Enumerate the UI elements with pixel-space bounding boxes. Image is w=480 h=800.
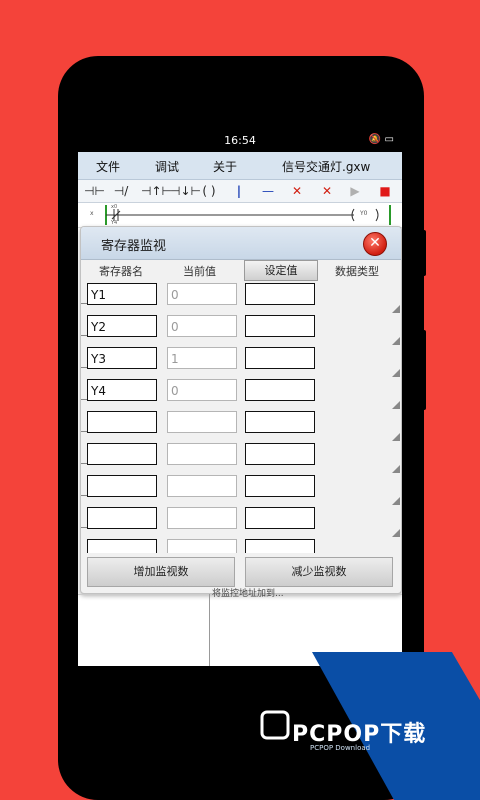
- table-row: Word: [81, 443, 401, 475]
- lower-panel: [78, 594, 402, 666]
- reduce-monitor-button[interactable]: 减少监视数: [245, 557, 393, 587]
- menu-file[interactable]: 文件: [96, 158, 120, 175]
- set-value-input[interactable]: [245, 507, 315, 529]
- register-name-input[interactable]: [87, 539, 157, 553]
- rung-left-label: x: [90, 210, 94, 217]
- table-row: Word: [81, 411, 401, 443]
- contact-f-icon[interactable]: ⊣↓⊢: [170, 182, 201, 200]
- rung-graphic: [105, 205, 391, 225]
- watermark-sub: PCPOP Download: [310, 744, 371, 752]
- current-value-field: [167, 443, 237, 465]
- run-icon[interactable]: ▶: [346, 182, 364, 200]
- panel-divider: [209, 594, 210, 666]
- rung-coil-label: Y0: [360, 210, 368, 217]
- register-name-input[interactable]: Y2: [87, 315, 157, 337]
- header-register-name: 寄存器名: [99, 265, 143, 278]
- header-data-type: 数据类型: [335, 265, 379, 278]
- register-name-input[interactable]: Y4: [87, 379, 157, 401]
- close-icon: ✕: [369, 235, 381, 251]
- register-name-input[interactable]: [87, 411, 157, 433]
- register-name-input[interactable]: Y1: [87, 283, 157, 305]
- table-row: Y3 1 Word: [81, 347, 401, 379]
- set-value-input[interactable]: [245, 283, 315, 305]
- current-value-field: [167, 507, 237, 529]
- set-value-input[interactable]: [245, 411, 315, 433]
- status-time: 16:54: [224, 134, 256, 147]
- current-value-field: 1: [167, 347, 237, 369]
- set-value-input[interactable]: [245, 443, 315, 465]
- table-row: Word: [81, 475, 401, 507]
- status-bar: 16:54 🔕 ▭: [78, 130, 402, 152]
- current-value-field: [167, 475, 237, 497]
- set-value-input[interactable]: [245, 347, 315, 369]
- rung-contact-label: x0: [111, 204, 118, 210]
- close-button[interactable]: ✕: [363, 232, 387, 256]
- set-value-input[interactable]: [245, 315, 315, 337]
- coil-icon[interactable]: ( ): [200, 182, 218, 200]
- dialog-header: 寄存器监视 ✕: [81, 227, 401, 260]
- register-name-input[interactable]: [87, 507, 157, 529]
- mute-icon: 🔕: [368, 134, 382, 145]
- current-value-field: 0: [167, 379, 237, 401]
- menu-about[interactable]: 关于: [213, 158, 237, 175]
- register-name-input[interactable]: [87, 443, 157, 465]
- table-row: Y1 0 Word: [81, 283, 401, 315]
- delete-vertical-icon[interactable]: ✕: [288, 182, 306, 200]
- ladder-toolbar: ⊣⊢ ⊣/⊢ ⊣↑⊢ ⊣↓⊢ ( ) | — ✕ ✕ ▶ ■: [78, 180, 402, 216]
- table-row: Y4 0 Word: [81, 379, 401, 411]
- dropdown-arrow-icon: [392, 305, 400, 313]
- contact-no-icon[interactable]: ⊣⊢: [84, 182, 105, 200]
- add-monitor-button[interactable]: 增加监视数: [87, 557, 235, 587]
- status-icons: 🔕 ▭: [369, 134, 394, 145]
- current-value-field: [167, 411, 237, 433]
- register-name-input[interactable]: Y3: [87, 347, 157, 369]
- set-value-input[interactable]: [245, 475, 315, 497]
- delete-horizontal-icon[interactable]: ✕: [316, 182, 338, 200]
- contact-p-icon[interactable]: ⊣↑⊢: [141, 182, 172, 200]
- ladder-rung: x x0 Y4 Y0: [78, 203, 402, 228]
- dropdown-arrow-icon: [392, 529, 400, 537]
- register-rows: Y1 0 Word Y2 0 Word Y3 1 Word Y4 0: [81, 283, 401, 553]
- battery-icon: ▭: [384, 134, 394, 145]
- lower-panel-text: 将监控地址加到...: [212, 589, 284, 599]
- table-row: Word: [81, 507, 401, 539]
- current-value-field: 0: [167, 315, 237, 337]
- current-value-field: [167, 539, 237, 553]
- horizontal-line-icon[interactable]: —: [256, 182, 280, 200]
- set-value-input[interactable]: [245, 379, 315, 401]
- table-row: Y2 0 Word: [81, 315, 401, 347]
- dropdown-arrow-icon: [392, 369, 400, 377]
- menu-bar: 文件 调试 关于 信号交通灯.gxw: [78, 152, 402, 180]
- vertical-line-icon[interactable]: |: [230, 182, 248, 200]
- app-screen: 16:54 🔕 ▭ 文件 调试 关于 信号交通灯.gxw ⊣⊢ ⊣/⊢ ⊣↑⊢ …: [78, 130, 402, 666]
- current-value-field: 0: [167, 283, 237, 305]
- dropdown-arrow-icon: [392, 497, 400, 505]
- header-current-value: 当前值: [183, 265, 216, 278]
- dialog-actions: 增加监视数 减少监视数: [81, 557, 401, 589]
- table-row: Word: [81, 539, 401, 553]
- dropdown-arrow-icon: [392, 337, 400, 345]
- stop-icon[interactable]: ■: [376, 182, 394, 200]
- dialog-title: 寄存器监视: [101, 239, 167, 254]
- volume-button: [420, 230, 426, 276]
- set-value-button[interactable]: 设定值: [244, 260, 318, 281]
- contact-nc-icon[interactable]: ⊣/⊢: [112, 182, 130, 216]
- register-monitor-dialog: 寄存器监视 ✕ 寄存器名 当前值 设定值 数据类型 Y1 0 Word Y2 0…: [80, 226, 402, 594]
- set-value-input[interactable]: [245, 539, 315, 553]
- dropdown-arrow-icon: [392, 433, 400, 441]
- register-name-input[interactable]: [87, 475, 157, 497]
- dropdown-arrow-icon: [392, 401, 400, 409]
- file-name: 信号交通灯.gxw: [282, 160, 371, 174]
- dropdown-arrow-icon: [392, 465, 400, 473]
- power-button: [420, 330, 426, 410]
- menu-debug[interactable]: 调试: [155, 158, 179, 175]
